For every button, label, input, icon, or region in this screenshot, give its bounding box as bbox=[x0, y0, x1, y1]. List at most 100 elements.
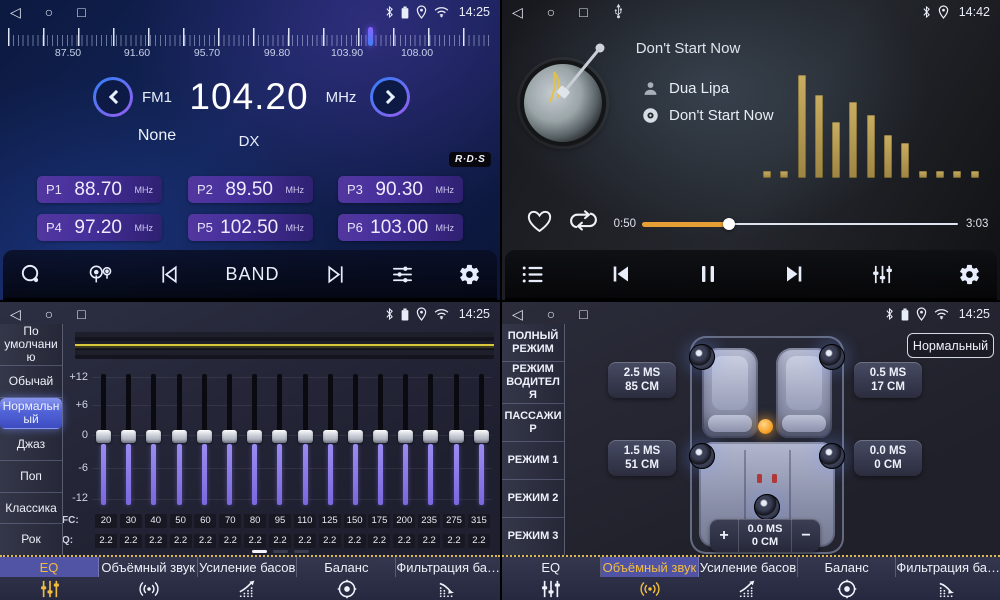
eq-band-slider[interactable] bbox=[171, 374, 188, 505]
sound-mode-3[interactable]: РЕЖИМ 1 bbox=[502, 442, 564, 480]
fc-value[interactable]: 95 bbox=[269, 514, 291, 528]
eq-band-slider[interactable] bbox=[322, 374, 339, 505]
q-value[interactable]: 2.2 bbox=[443, 534, 465, 548]
q-value[interactable]: 2.2 bbox=[319, 534, 341, 548]
sound-mode-5[interactable]: РЕЖИМ 3 bbox=[502, 518, 564, 555]
q-value[interactable]: 2.2 bbox=[393, 534, 415, 548]
home-icon[interactable]: ○ bbox=[547, 5, 555, 19]
back-icon[interactable]: ◁ bbox=[512, 307, 523, 321]
eq-preset-3[interactable]: Джаз bbox=[0, 429, 62, 461]
preset-p5-button[interactable]: P5102.50MHz bbox=[188, 214, 313, 241]
eq-band-slider[interactable] bbox=[271, 374, 288, 505]
tab-filter[interactable]: Фильтрация ба… bbox=[396, 557, 500, 600]
sound-mode-1[interactable]: РЕЖИМ ВОДИТЕЛЯ bbox=[502, 362, 564, 404]
slider-thumb[interactable] bbox=[146, 430, 161, 443]
delay-rear-right-button[interactable]: 0.0 MS 0 CM bbox=[854, 440, 922, 476]
scan-button[interactable] bbox=[19, 263, 42, 286]
home-icon[interactable]: ○ bbox=[45, 307, 53, 321]
home-icon[interactable]: ○ bbox=[547, 307, 555, 321]
tuner-scale[interactable]: 87.5091.6095.7099.80103.90108.00 bbox=[8, 27, 492, 59]
q-value[interactable]: 2.2 bbox=[145, 534, 167, 548]
audio-eq-button[interactable] bbox=[391, 263, 414, 286]
q-value[interactable]: 2.2 bbox=[418, 534, 440, 548]
fc-value[interactable]: 50 bbox=[170, 514, 192, 528]
eq-preset-6[interactable]: Рок bbox=[0, 524, 62, 555]
eq-band-slider[interactable] bbox=[473, 374, 490, 505]
q-value[interactable]: 2.2 bbox=[194, 534, 216, 548]
fc-value[interactable]: 175 bbox=[368, 514, 390, 528]
tab-filter[interactable]: Фильтрация ба… bbox=[896, 557, 1000, 600]
next-track-button[interactable] bbox=[782, 263, 806, 285]
broadcast-button[interactable] bbox=[86, 262, 114, 286]
sound-mode-0[interactable]: ПОЛНЫЙ РЕЖИМ bbox=[502, 324, 564, 362]
eq-band-slider[interactable] bbox=[347, 374, 364, 505]
eq-band-slider[interactable] bbox=[297, 374, 314, 505]
eq-preset-0[interactable]: По умолчанию bbox=[0, 324, 62, 366]
slider-thumb[interactable] bbox=[121, 430, 136, 443]
sound-mode-4[interactable]: РЕЖИМ 2 bbox=[502, 480, 564, 518]
delay-front-right-button[interactable]: 0.5 MS 17 CM bbox=[854, 362, 922, 398]
delay-minus-button[interactable]: − bbox=[792, 519, 820, 552]
seek-bar[interactable] bbox=[642, 218, 958, 230]
recents-icon[interactable]: □ bbox=[77, 307, 85, 321]
delay-front-left-button[interactable]: 2.5 MS 85 CM bbox=[608, 362, 676, 398]
eq-band-slider[interactable] bbox=[397, 374, 414, 505]
q-value[interactable]: 2.2 bbox=[294, 534, 316, 548]
tab-surround[interactable]: Объёмный звук bbox=[601, 557, 700, 600]
settings-button[interactable] bbox=[958, 263, 981, 286]
slider-thumb[interactable] bbox=[247, 430, 262, 443]
fc-value[interactable]: 125 bbox=[319, 514, 341, 528]
preset-p3-button[interactable]: P390.30MHz bbox=[338, 176, 463, 203]
sound-mode-2[interactable]: ПАССАЖИР bbox=[502, 404, 564, 442]
fc-value[interactable]: 40 bbox=[145, 514, 167, 528]
fc-value[interactable]: 30 bbox=[120, 514, 142, 528]
previous-track-button[interactable] bbox=[609, 263, 633, 285]
slider-thumb[interactable] bbox=[298, 430, 313, 443]
eq-band-slider[interactable] bbox=[448, 374, 465, 505]
slider-thumb[interactable] bbox=[323, 430, 338, 443]
delay-rear-left-button[interactable]: 1.5 MS 51 CM bbox=[608, 440, 676, 476]
q-value[interactable]: 2.2 bbox=[170, 534, 192, 548]
eq-preset-2[interactable]: Нормальный bbox=[0, 398, 62, 430]
recents-icon[interactable]: □ bbox=[579, 5, 587, 19]
slider-thumb[interactable] bbox=[398, 430, 413, 443]
eq-band-slider[interactable] bbox=[95, 374, 112, 505]
recents-icon[interactable]: □ bbox=[579, 307, 587, 321]
eq-band-slider[interactable] bbox=[246, 374, 263, 505]
field-preset-button[interactable]: Нормальный bbox=[907, 333, 994, 358]
playlist-button[interactable] bbox=[521, 264, 545, 285]
band-button[interactable]: BAND bbox=[225, 264, 279, 285]
slider-thumb[interactable] bbox=[474, 430, 489, 443]
next-station-button[interactable] bbox=[324, 263, 347, 286]
tab-bass[interactable]: Усиление басов bbox=[699, 557, 798, 600]
tab-balance[interactable]: Баланс bbox=[798, 557, 897, 600]
q-value[interactable]: 2.2 bbox=[269, 534, 291, 548]
fc-value[interactable]: 60 bbox=[194, 514, 216, 528]
prev-station-button[interactable] bbox=[158, 263, 181, 286]
preset-p2-button[interactable]: P289.50MHz bbox=[188, 176, 313, 203]
slider-thumb[interactable] bbox=[96, 430, 111, 443]
eq-band-slider[interactable] bbox=[196, 374, 213, 505]
eq-band-slider[interactable] bbox=[120, 374, 137, 505]
back-icon[interactable]: ◁ bbox=[512, 5, 523, 19]
audio-eq-button[interactable] bbox=[871, 263, 894, 286]
fc-value[interactable]: 70 bbox=[219, 514, 241, 528]
listening-position-dot[interactable] bbox=[758, 419, 773, 434]
fc-value[interactable]: 80 bbox=[244, 514, 266, 528]
pause-button[interactable] bbox=[698, 263, 718, 285]
slider-thumb[interactable] bbox=[449, 430, 464, 443]
eq-band-slider[interactable] bbox=[221, 374, 238, 505]
fc-value[interactable]: 110 bbox=[294, 514, 316, 528]
eq-preset-1[interactable]: Обычай bbox=[0, 366, 62, 398]
slider-thumb[interactable] bbox=[348, 430, 363, 443]
eq-preset-4[interactable]: Поп bbox=[0, 461, 62, 493]
eq-band-slider[interactable] bbox=[372, 374, 389, 505]
fc-value[interactable]: 315 bbox=[468, 514, 490, 528]
home-icon[interactable]: ○ bbox=[45, 5, 53, 19]
eq-preset-5[interactable]: Классика bbox=[0, 493, 62, 525]
tune-up-button[interactable] bbox=[370, 77, 410, 117]
q-value[interactable]: 2.2 bbox=[344, 534, 366, 548]
q-value[interactable]: 2.2 bbox=[244, 534, 266, 548]
slider-thumb[interactable] bbox=[222, 430, 237, 443]
delay-plus-button[interactable]: + bbox=[710, 519, 738, 552]
